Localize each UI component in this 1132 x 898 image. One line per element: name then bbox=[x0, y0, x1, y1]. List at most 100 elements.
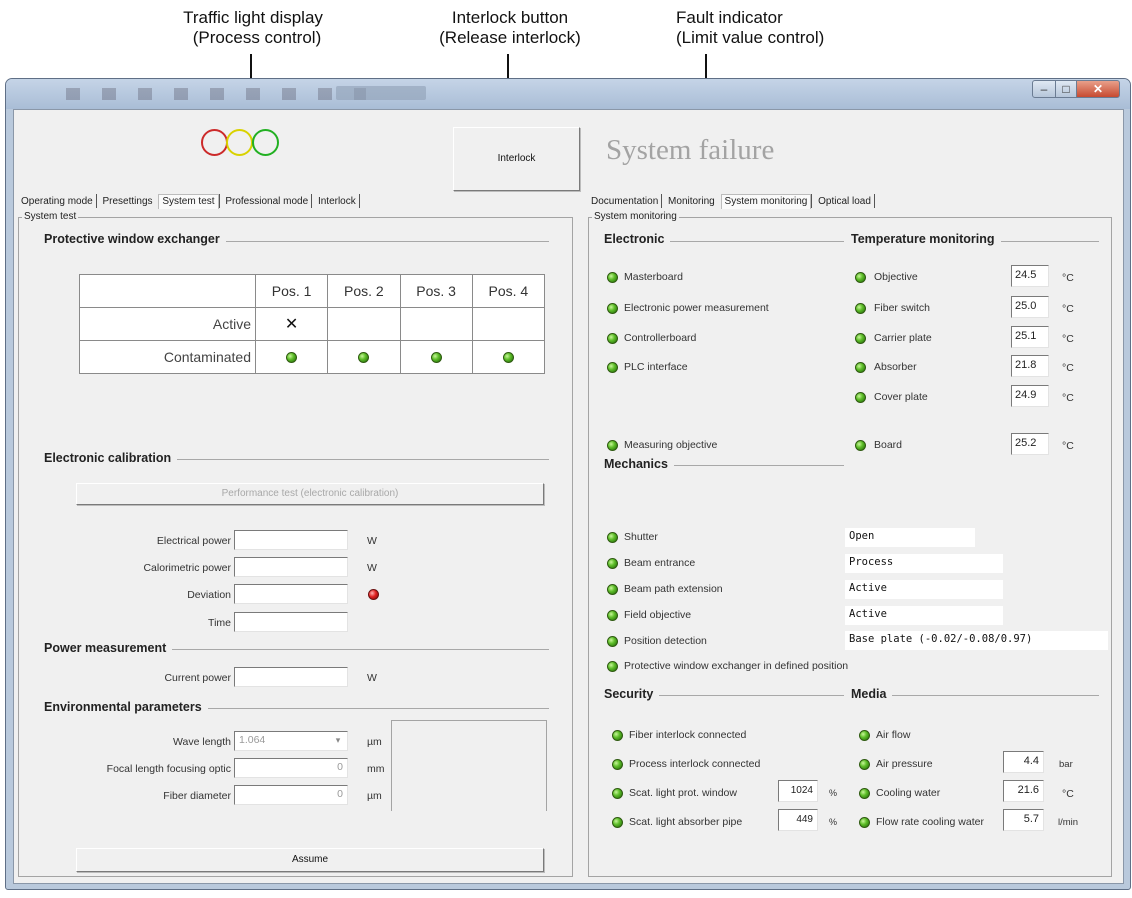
wave-length-select[interactable]: 1.064 ▾ bbox=[234, 731, 348, 751]
unit-label: °C bbox=[1062, 362, 1074, 374]
chevron-down-icon[interactable]: ▾ bbox=[331, 733, 345, 748]
table-cell bbox=[254, 340, 329, 374]
table-cell bbox=[471, 340, 546, 374]
mechanics-title: Mechanics bbox=[604, 457, 674, 471]
electrical-power-field[interactable] bbox=[234, 530, 348, 550]
temperature-value: 25.2 bbox=[1011, 433, 1049, 455]
unit-label: °C bbox=[1062, 392, 1074, 404]
status-led bbox=[855, 440, 866, 451]
deviation-field[interactable] bbox=[234, 584, 348, 604]
mechanics-value: Open bbox=[845, 528, 975, 547]
tab-operating-mode[interactable]: Operating mode bbox=[18, 196, 96, 207]
electronic-item: Electronic power measurement bbox=[624, 302, 769, 314]
unit-label: % bbox=[829, 817, 838, 827]
status-led bbox=[502, 352, 514, 363]
mechanics-item: Position detection bbox=[624, 635, 707, 647]
pwe-table: Pos. 1 Pos. 2 Pos. 3 Pos. 4 Active ✕ Con… bbox=[79, 274, 546, 374]
tab-monitoring[interactable]: Monitoring bbox=[665, 196, 718, 207]
mechanics-value: Process bbox=[845, 554, 1003, 573]
temperature-item: Carrier plate bbox=[874, 332, 932, 344]
deviation-led bbox=[368, 589, 379, 600]
media-item: Air pressure bbox=[876, 758, 933, 770]
minimize-button[interactable]: – bbox=[1032, 80, 1056, 98]
mechanics-item: Beam entrance bbox=[624, 557, 696, 569]
unit-label: % bbox=[829, 788, 838, 798]
callout-line-2: (Process control) bbox=[192, 28, 322, 47]
panel-label: System monitoring bbox=[592, 211, 679, 222]
table-cell bbox=[399, 340, 473, 374]
calorimetric-power-field[interactable] bbox=[234, 557, 348, 577]
focal-length-field[interactable]: 0 bbox=[234, 758, 348, 778]
current-power-field[interactable] bbox=[234, 667, 348, 687]
callout-line-2: (Release interlock) bbox=[439, 28, 581, 47]
temperature-value: 25.1 bbox=[1011, 326, 1049, 348]
table-cell bbox=[327, 340, 401, 374]
status-led bbox=[607, 303, 618, 314]
environment-preview-box bbox=[391, 720, 547, 811]
client-area: Interlock System failure Operating mode … bbox=[13, 109, 1124, 884]
environment-title: Environmental parameters bbox=[44, 700, 208, 714]
unit-label: °C bbox=[1062, 440, 1074, 452]
tab-system-test[interactable]: System test bbox=[158, 194, 219, 209]
tab-documentation[interactable]: Documentation bbox=[588, 196, 661, 207]
status-led bbox=[286, 352, 298, 363]
status-led bbox=[855, 303, 866, 314]
media-value: 4.4 bbox=[1003, 751, 1044, 773]
tab-interlock[interactable]: Interlock bbox=[315, 196, 359, 207]
close-button[interactable]: ✕ bbox=[1076, 80, 1120, 98]
row-label-contaminated: Contaminated bbox=[79, 340, 256, 374]
status-led bbox=[607, 362, 618, 373]
status-led bbox=[607, 584, 618, 595]
tab-optical-load[interactable]: Optical load bbox=[815, 196, 874, 207]
green-light bbox=[252, 129, 279, 156]
quick-access-toolbar bbox=[66, 88, 366, 100]
mechanics-value: Active bbox=[845, 606, 1003, 625]
application-window: – □ ✕ Interlock System failure Operating… bbox=[5, 78, 1131, 890]
media-item: Cooling water bbox=[876, 787, 941, 799]
performance-test-button[interactable]: Performance test (electronic calibration… bbox=[76, 483, 544, 505]
callout-interlock-button: Interlock button (Release interlock) bbox=[365, 8, 655, 48]
field-label: Focal length focusing optic bbox=[106, 763, 231, 775]
media-item: Air flow bbox=[876, 729, 911, 741]
mechanics-item: Field objective bbox=[624, 609, 692, 621]
unit-label: W bbox=[367, 535, 377, 547]
active-mark: ✕ bbox=[254, 307, 329, 341]
electronic-item: PLC interface bbox=[624, 361, 688, 373]
status-led bbox=[855, 392, 866, 403]
status-led bbox=[607, 610, 618, 621]
power-title: Power measurement bbox=[44, 641, 173, 655]
unit-label: l/min bbox=[1058, 817, 1079, 828]
fiber-diameter-field[interactable]: 0 bbox=[234, 785, 348, 805]
tab-system-monitoring[interactable]: System monitoring bbox=[720, 194, 812, 209]
field-label: Fiber diameter bbox=[163, 790, 231, 802]
assume-button[interactable]: Assume bbox=[76, 848, 544, 872]
status-led bbox=[607, 661, 618, 672]
red-light bbox=[201, 129, 228, 156]
table-cell bbox=[327, 307, 401, 341]
field-label: Current power bbox=[164, 672, 231, 684]
maximize-button[interactable]: □ bbox=[1055, 80, 1077, 98]
interlock-button[interactable]: Interlock bbox=[453, 127, 580, 191]
status-led bbox=[855, 362, 866, 373]
unit-label: W bbox=[367, 562, 377, 574]
status-led bbox=[607, 558, 618, 569]
time-field[interactable] bbox=[234, 612, 348, 632]
fault-indicator: System failure bbox=[606, 134, 775, 166]
mechanics-value: Active bbox=[845, 580, 1003, 599]
media-title: Media bbox=[851, 687, 893, 701]
media-value: 5.7 bbox=[1003, 809, 1044, 831]
security-value: 449 bbox=[778, 809, 818, 831]
status-led bbox=[859, 759, 870, 770]
mechanics-value: Base plate (-0.02/-0.08/0.97) bbox=[845, 631, 1108, 650]
status-led bbox=[358, 352, 370, 363]
tab-presettings[interactable]: Presettings bbox=[100, 196, 156, 207]
field-label: Wave length bbox=[173, 736, 231, 748]
electronic-title: Electronic bbox=[604, 232, 671, 246]
field-label: Calorimetric power bbox=[143, 562, 231, 574]
status-led bbox=[859, 817, 870, 828]
callout-traffic-light: Traffic light display (Process control) bbox=[108, 8, 398, 48]
table-corner bbox=[79, 274, 256, 308]
tab-professional-mode[interactable]: Professional mode bbox=[222, 196, 311, 207]
callout-line-2: (Limit value control) bbox=[676, 28, 825, 47]
column-header: Pos. 3 bbox=[399, 274, 473, 308]
